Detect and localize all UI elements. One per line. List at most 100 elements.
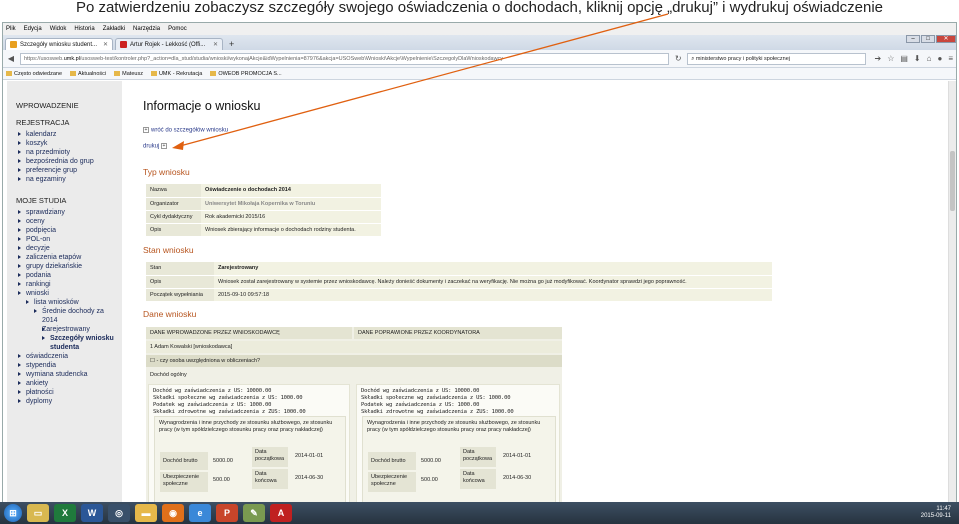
- sidebar-item-sprawdziany[interactable]: sprawdziany: [16, 208, 122, 217]
- download-icon[interactable]: ⬇: [914, 54, 921, 63]
- sidebar-item-podania[interactable]: podania: [16, 271, 122, 280]
- powerpoint-icon[interactable]: P: [216, 504, 238, 522]
- sidebar-item-na-egzaminy[interactable]: na egzaminy: [16, 175, 122, 184]
- app-icon[interactable]: ✎: [243, 504, 265, 522]
- sidebar-item-zarejestrowany[interactable]: Zarejestrowany: [16, 325, 122, 334]
- star-icon[interactable]: ☆: [887, 54, 894, 63]
- chat-icon[interactable]: ●: [937, 54, 942, 63]
- hamburger-menu-icon[interactable]: ≡: [948, 54, 953, 63]
- bookmark-item[interactable]: Aktualności: [70, 71, 106, 77]
- forward-arrow-icon[interactable]: ➔: [874, 54, 881, 63]
- data-koncowa-label: Data końcowa: [252, 469, 288, 489]
- print-link[interactable]: drukuj +: [143, 143, 169, 150]
- data-poczatkowa-label: Data początkowa: [252, 447, 288, 467]
- sidebar-item-podpiecia[interactable]: podpięcia: [16, 226, 122, 235]
- tab-youtube[interactable]: Artur Rojek - Lekkość (Offi... ✕: [115, 38, 223, 50]
- firefox-icon[interactable]: ◉: [162, 504, 184, 522]
- stan-table: Stan Zarejestrowany Opis Wniosek został za…: [146, 262, 772, 302]
- bookmarks-icon[interactable]: ▤: [900, 54, 908, 63]
- sidebar-item-lista-wnioskow[interactable]: lista wniosków: [16, 298, 122, 307]
- explorer-icon[interactable]: ▭: [27, 504, 49, 522]
- dochod-ogolny-row: Dochód ogólny: [146, 369, 562, 381]
- sidebar-item-srednie-dochody[interactable]: Średnie dochody za: [16, 307, 122, 316]
- navigation-bar: ◀ https://usosweb. umk.pl/usosweb-test/ko…: [3, 50, 956, 68]
- bookmark-item[interactable]: UMK - Rekrutacja: [150, 71, 202, 77]
- close-window-button[interactable]: ✕: [936, 35, 956, 43]
- menu-zakladki[interactable]: Zakładki: [103, 23, 125, 35]
- acrobat-icon[interactable]: A: [270, 504, 292, 522]
- sidebar-item-pol-on[interactable]: POL-on: [16, 235, 122, 244]
- sidebar-head-wprowadzenie[interactable]: WPROWADZENIE: [16, 101, 122, 110]
- sidebar-item-preferencje[interactable]: preferencje grup: [16, 166, 122, 175]
- menu-plik[interactable]: Plik: [6, 23, 16, 35]
- sidebar-item-na-przedmioty[interactable]: na przedmioty: [16, 148, 122, 157]
- minimize-button[interactable]: –: [906, 35, 920, 43]
- bookmark-item[interactable]: OWEOB PROMOCJA S...: [210, 71, 282, 77]
- menu-narzedzia[interactable]: Narzędzia: [133, 23, 160, 35]
- reload-icon[interactable]: ↻: [673, 54, 683, 63]
- data-poczatkowa-label: Data początkowa: [460, 447, 496, 467]
- menu-widok[interactable]: Widok: [50, 23, 67, 35]
- sidebar-item-grupy[interactable]: grupy dziekańskie: [16, 262, 122, 271]
- url-host: umk.pl: [63, 55, 80, 62]
- vertical-scrollbar[interactable]: [948, 81, 956, 503]
- sidebar-item-szczegoly[interactable]: Szczegóły wniosku: [16, 334, 122, 343]
- excel-icon[interactable]: X: [54, 504, 76, 522]
- sidebar-item-wnioski[interactable]: wnioski: [16, 289, 122, 298]
- row-key: Cykl dydaktyczny: [146, 210, 201, 224]
- sidebar-head-moje-studia[interactable]: MOJE STUDIA: [16, 196, 122, 205]
- tab-szczegoly[interactable]: Szczegóły wniosku student... ✕: [5, 38, 113, 50]
- sidebar-item-year[interactable]: 2014: [16, 316, 122, 325]
- sidebar-item-dyplomy[interactable]: dyplomy: [16, 397, 122, 406]
- menu-edycja[interactable]: Edycja: [24, 23, 42, 35]
- home-icon[interactable]: ⌂: [927, 54, 932, 63]
- status-value: Zarejestrowany: [214, 262, 772, 276]
- section-stan-wniosku: Stan wniosku: [143, 245, 194, 255]
- sidebar-item-kalendarz[interactable]: kalendarz: [16, 130, 122, 139]
- data-poczatkowa-value: 2014-01-01: [295, 453, 324, 459]
- sidebar-item-koszyk[interactable]: koszyk: [16, 139, 122, 148]
- sidebar-head-rejestracja[interactable]: REJESTRACJA: [16, 118, 122, 127]
- folder-taskbar-icon[interactable]: ▬: [135, 504, 157, 522]
- question-row: ☐ - czy osoba uwzględniona w obliczeniac…: [146, 355, 562, 367]
- sidebar-item-decyzje[interactable]: decyzje: [16, 244, 122, 253]
- menu-pomoc[interactable]: Pomoc: [168, 23, 187, 35]
- search-input[interactable]: ⌕ ministerstwo pracy i polityki społeczn…: [687, 52, 867, 65]
- row-key: Opis: [146, 275, 214, 289]
- menu-historia[interactable]: Historia: [74, 23, 94, 35]
- back-to-details-link[interactable]: + wróć do szczegółów wniosku: [143, 127, 228, 134]
- person-row: 1 Adam Kowalski [wnioskodawca]: [146, 341, 562, 353]
- scrollbar-thumb[interactable]: [950, 151, 955, 211]
- address-bar[interactable]: https://usosweb. umk.pl/usosweb-test/kont…: [19, 52, 670, 65]
- bookmark-item[interactable]: Mateusz: [114, 71, 143, 77]
- sidebar-item-rankingi[interactable]: rankingi: [16, 280, 122, 289]
- bookmark-item[interactable]: Często odwiedzane: [6, 71, 62, 77]
- row-key: Stan: [146, 262, 214, 276]
- dochod-brutto-label: Dochód brutto: [160, 452, 208, 470]
- sidebar-item-ankiety[interactable]: ankiety: [16, 379, 122, 388]
- dochod-brutto-value: 5000.00: [421, 458, 441, 464]
- media-icon[interactable]: ◎: [108, 504, 130, 522]
- clock-date: 2015-09-11: [920, 513, 951, 519]
- ie-icon[interactable]: e: [189, 504, 211, 522]
- new-tab-button[interactable]: +: [225, 38, 238, 50]
- maximize-button[interactable]: □: [921, 35, 935, 43]
- close-tab-icon[interactable]: ✕: [213, 39, 218, 50]
- close-tab-icon[interactable]: ✕: [103, 39, 108, 50]
- sidebar-item-platnosci[interactable]: płatności: [16, 388, 122, 397]
- sidebar-item-zaliczenia[interactable]: zaliczenia etapów: [16, 253, 122, 262]
- system-clock[interactable]: 11:47 2015-09-11: [921, 506, 959, 520]
- bookmark-label: Często odwiedzane: [14, 70, 63, 77]
- start-button-icon[interactable]: ⊞: [4, 504, 22, 522]
- sidebar-item-bezposrednia[interactable]: bezpośrednia do grup: [16, 157, 122, 166]
- ubezpieczenie-label: Ubezpieczenie społeczne: [368, 472, 416, 492]
- sidebar-item-wymiana[interactable]: wymiana studencka: [16, 370, 122, 379]
- word-icon[interactable]: W: [81, 504, 103, 522]
- tab-label: Artur Rojek - Lekkość (Offi...: [130, 41, 206, 48]
- sidebar-item-oswiadczenia[interactable]: oświadczenia: [16, 352, 122, 361]
- sidebar-item-studenta[interactable]: studenta: [16, 343, 122, 352]
- sidebar-item-oceny[interactable]: oceny: [16, 217, 122, 226]
- back-arrow-icon[interactable]: ◀: [6, 54, 16, 63]
- usos-favicon-icon: [10, 41, 17, 48]
- sidebar-item-stypendia[interactable]: stypendia: [16, 361, 122, 370]
